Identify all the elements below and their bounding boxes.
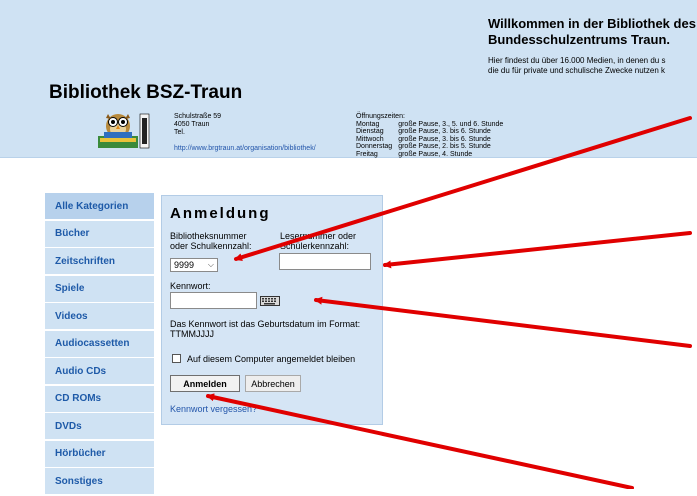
hours-time: große Pause, 3., 5. und 6. Stunde bbox=[398, 120, 504, 128]
address-street: Schulstraße 59 bbox=[174, 113, 222, 120]
intro-line-2: die du für private und schulische Zwecke… bbox=[488, 66, 665, 75]
welcome-intro: Hier findest du über 16.000 Medien, in d… bbox=[488, 56, 665, 76]
sidebar-item-spiele[interactable]: Spiele bbox=[45, 275, 154, 302]
password-hint-line-2: TTMMJJJJ bbox=[170, 329, 214, 339]
library-number-label-line-1: Bibliotheksnummer bbox=[170, 231, 247, 241]
hours-row: Montag große Pause, 3., 5. und 6. Stunde bbox=[356, 121, 509, 129]
opening-hours-table: Montag große Pause, 3., 5. und 6. Stunde … bbox=[356, 121, 509, 159]
hours-time: große Pause, 3. bis 6. Stunde bbox=[398, 128, 491, 136]
sidebar-item-alle-kategorien[interactable]: Alle Kategorien bbox=[45, 193, 154, 219]
library-website-link[interactable]: http://www.brgtraun.at/organisation/bibl… bbox=[174, 145, 316, 152]
reader-number-label-line-2: Schülerkennzahl: bbox=[280, 241, 350, 251]
sidebar-item-hoerbuecher[interactable]: Hörbücher bbox=[45, 440, 154, 467]
sidebar-item-buecher[interactable]: Bücher bbox=[45, 220, 154, 247]
cancel-button[interactable]: Abbrechen bbox=[245, 375, 301, 392]
hours-row: Mittwoch große Pause, 3. bis 6. Stunde bbox=[356, 136, 509, 144]
hours-day: Mittwoch bbox=[356, 135, 384, 143]
password-hint: Das Kennwort ist das Geburtsdatum im For… bbox=[170, 319, 360, 339]
hours-day: Montag bbox=[356, 120, 380, 128]
owl-reading-book-logo bbox=[98, 113, 150, 149]
password-hint-line-1: Das Kennwort ist das Geburtsdatum im For… bbox=[170, 319, 361, 329]
hours-day: Freitag bbox=[356, 150, 378, 158]
library-address: Schulstraße 59 4050 Traun Tel. http://ww… bbox=[174, 113, 316, 153]
address-city: 4050 Traun bbox=[174, 121, 210, 128]
sidebar-item-audiocassetten[interactable]: Audiocassetten bbox=[45, 330, 154, 357]
remember-me-label: Auf diesem Computer angemeldet bleiben bbox=[187, 354, 356, 364]
reader-number-label-line-1: Lesernummer oder bbox=[280, 231, 357, 241]
opening-hours: Öffnungszeiten: Montag große Pause, 3., 5… bbox=[356, 113, 509, 159]
site-title: Bibliothek BSZ-Traun bbox=[49, 82, 243, 103]
library-number-label: Bibliotheksnummer oder Schulkennzahl: bbox=[170, 231, 252, 251]
intro-line-1: Hier findest du über 16.000 Medien, in d… bbox=[488, 56, 666, 65]
category-sidebar: Alle Kategorien Bücher Zeitschriften Spi… bbox=[45, 193, 154, 496]
sidebar-item-dvds[interactable]: DVDs bbox=[45, 413, 154, 439]
login-form: Anmeldung Bibliotheksnummer oder Schulke… bbox=[161, 195, 383, 425]
remember-me-checkbox[interactable] bbox=[172, 354, 181, 363]
address-tel: Tel. bbox=[174, 129, 185, 136]
login-title: Anmeldung bbox=[170, 205, 271, 222]
library-number-label-line-2: oder Schulkennzahl: bbox=[170, 241, 252, 251]
forgot-password-link[interactable]: Kennwort vergessen? bbox=[170, 404, 257, 414]
reader-number-label: Lesernummer oder Schülerkennzahl: bbox=[280, 231, 356, 251]
opening-hours-heading: Öffnungszeiten: bbox=[356, 113, 405, 120]
library-number-selected-value: 9999 bbox=[174, 260, 195, 270]
annotation-arrow bbox=[383, 231, 692, 269]
sidebar-item-audio-cds[interactable]: Audio CDs bbox=[45, 358, 154, 384]
sidebar-item-sonstiges[interactable]: Sonstiges bbox=[45, 468, 154, 494]
hours-row: Freitag große Pause, 4. Stunde bbox=[356, 151, 509, 159]
password-input[interactable] bbox=[170, 292, 257, 309]
keyboard-icon[interactable] bbox=[260, 296, 280, 306]
sidebar-item-videos[interactable]: Videos bbox=[45, 303, 154, 329]
page-header: Willkommen in der Bibliothek des Bundess… bbox=[0, 0, 697, 158]
reader-number-input[interactable] bbox=[279, 253, 371, 270]
sidebar-item-cd-roms[interactable]: CD ROMs bbox=[45, 385, 154, 412]
hours-time: große Pause, 2. bis 5. Stunde bbox=[398, 143, 491, 151]
hours-time: große Pause, 4. Stunde bbox=[398, 150, 473, 158]
hours-row: Donnerstag große Pause, 2. bis 5. Stunde bbox=[356, 143, 509, 151]
welcome-heading: Willkommen in der Bibliothek des Bundess… bbox=[488, 16, 696, 48]
welcome-line-1: Willkommen in der Bibliothek des bbox=[488, 16, 696, 31]
hours-day: Donnerstag bbox=[356, 143, 393, 151]
library-number-select[interactable]: 9999 ⌵ bbox=[170, 258, 218, 272]
login-button[interactable]: Anmelden bbox=[170, 375, 240, 392]
chevron-down-icon: ⌵ bbox=[207, 260, 214, 269]
hours-day: Dienstag bbox=[356, 128, 384, 136]
hours-row: Dienstag große Pause, 3. bis 6. Stunde bbox=[356, 128, 509, 136]
password-label: Kennwort: bbox=[170, 281, 211, 291]
hours-time: große Pause, 3. bis 6. Stunde bbox=[398, 135, 491, 143]
welcome-line-2: Bundesschulzentrums Traun. bbox=[488, 32, 671, 47]
sidebar-item-zeitschriften[interactable]: Zeitschriften bbox=[45, 248, 154, 274]
